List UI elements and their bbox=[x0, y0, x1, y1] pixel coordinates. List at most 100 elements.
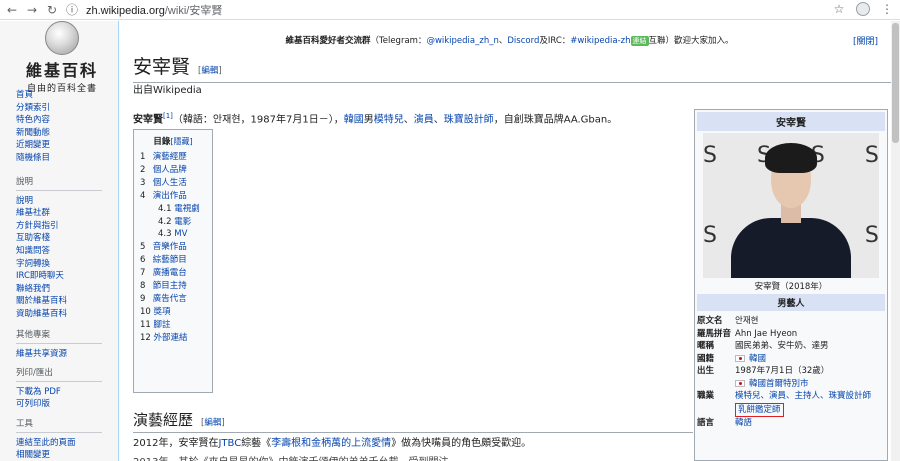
infobox-value-text: Ahn Jae Hyeon bbox=[735, 328, 798, 339]
info-icon[interactable]: ⓘ bbox=[64, 2, 80, 18]
toc-item-link[interactable]: 外部連結 bbox=[154, 333, 188, 343]
infobox-key: 羅馬拼音 bbox=[697, 328, 732, 339]
wikipedia-logo[interactable]: 維基百科 自由的百科全書 bbox=[10, 21, 114, 94]
scrollbar-thumb[interactable] bbox=[892, 23, 899, 143]
forward-icon[interactable]: → bbox=[24, 2, 40, 18]
toc-item[interactable]: 3 個人生活 bbox=[140, 177, 206, 190]
sidebar-tools-item-0[interactable]: 連結至此的頁面 bbox=[16, 437, 102, 450]
infobox-value-link[interactable]: 韓國首爾特別市 bbox=[749, 379, 809, 389]
sidebar-help-item-9[interactable]: 資助維基百科 bbox=[16, 308, 102, 321]
toc-item-link[interactable]: 演藝經歷 bbox=[153, 152, 187, 162]
model-link[interactable]: 模特兒 bbox=[374, 114, 404, 125]
jtbc-link[interactable]: JTBC bbox=[218, 438, 241, 449]
lead-name: 安宰賢 bbox=[133, 114, 163, 126]
toc-item-link[interactable]: 廣告代言 bbox=[153, 294, 187, 304]
toc-item-number: 10 bbox=[140, 306, 151, 317]
toc-item-number: 2 bbox=[140, 164, 146, 175]
sidebar-help-item-5[interactable]: 字詞轉換 bbox=[16, 258, 102, 271]
scrollbar[interactable] bbox=[891, 21, 900, 461]
sidebar-print-item-1[interactable]: 可列印版 bbox=[16, 398, 102, 411]
toc-item-link[interactable]: 個人品牌 bbox=[153, 165, 187, 175]
section-heading-text: 演藝經歷 bbox=[133, 411, 194, 429]
toc-item[interactable]: 1 演藝經歷 bbox=[140, 151, 206, 164]
reload-icon[interactable]: ↻ bbox=[44, 2, 60, 18]
sidebar-nav-item-0[interactable]: 首頁 bbox=[16, 89, 50, 102]
sidebar-help-item-2[interactable]: 方針與指引 bbox=[16, 220, 102, 233]
table-of-contents: 目錄[隱藏] 1 演藝經歷 2 個人品牌 3 個人生活 4 演出作品 4.1 電視劇 4.… bbox=[133, 129, 213, 393]
toc-item[interactable]: 10 獎項 bbox=[140, 306, 206, 319]
sidebar-nav-item-1[interactable]: 分類索引 bbox=[16, 102, 50, 115]
toc-item[interactable]: 4 演出作品 bbox=[140, 190, 206, 203]
actor-link[interactable]: 演員 bbox=[414, 114, 434, 125]
sidebar-nav-item-4[interactable]: 近期變更 bbox=[16, 139, 50, 152]
infobox-row: 職業 模特兒、演員、主持人、珠寶設計師 bbox=[697, 390, 885, 403]
toc-item[interactable]: 9 廣告代言 bbox=[140, 293, 206, 306]
sidebar-help-item-1[interactable]: 維基社群 bbox=[16, 207, 102, 220]
korea-link[interactable]: 韓國 bbox=[344, 114, 364, 125]
sidebar-nav-item-3[interactable]: 新聞動態 bbox=[16, 127, 50, 140]
toc-item-link[interactable]: 個人生活 bbox=[153, 178, 187, 188]
toc-item[interactable]: 4.1 電視劇 bbox=[140, 203, 206, 216]
toc-item-link[interactable]: MV bbox=[174, 229, 187, 239]
address-bar[interactable]: zh.wikipedia.org/wiki/安宰賢 bbox=[86, 2, 222, 18]
sidebar-tools-item-1[interactable]: 相關變更 bbox=[16, 449, 102, 461]
infobox-value: 韓國首爾特別市 bbox=[735, 378, 885, 391]
toc-item[interactable]: 6 綜藝節目 bbox=[140, 254, 206, 267]
toc-item[interactable]: 12 外部連結 bbox=[140, 332, 206, 345]
notice-irc-text: 及IRC： bbox=[539, 36, 571, 46]
sidebar-nav-item-5[interactable]: 隨機條目 bbox=[16, 152, 50, 165]
infobox-value-link[interactable]: 韓語 bbox=[735, 418, 752, 428]
toc-item[interactable]: 2 個人品牌 bbox=[140, 164, 206, 177]
toc-item-link[interactable]: 音樂作品 bbox=[153, 242, 187, 252]
toc-item[interactable]: 4.3 MV bbox=[140, 228, 206, 241]
infobox-key: 語言 bbox=[697, 418, 715, 428]
toc-item-link[interactable]: 腳註 bbox=[154, 320, 171, 330]
infobox-value-link[interactable]: 韓國 bbox=[749, 354, 766, 364]
sidebar-help-item-3[interactable]: 互助客棧 bbox=[16, 232, 102, 245]
section-edit-link[interactable]: 編輯 bbox=[201, 418, 225, 428]
toc-item-link[interactable]: 演出作品 bbox=[153, 191, 187, 201]
toc-item[interactable]: 4.2 電影 bbox=[140, 216, 206, 229]
telegram-link[interactable]: @wikipedia_zh_n bbox=[426, 36, 498, 46]
infobox-key: 暱稱 bbox=[697, 341, 715, 351]
profile-avatar[interactable] bbox=[856, 2, 870, 16]
sidebar-nav-item-2[interactable]: 特色內容 bbox=[16, 114, 50, 127]
back-icon[interactable]: ← bbox=[4, 2, 20, 18]
menu-icon[interactable]: ⋮ bbox=[880, 2, 894, 16]
sidebar-print-item-0[interactable]: 下載為 PDF bbox=[16, 386, 102, 399]
toc-item-link[interactable]: 獎項 bbox=[154, 307, 171, 317]
toc-item-link[interactable]: 電視劇 bbox=[174, 204, 200, 214]
toc-item-link[interactable]: 電影 bbox=[174, 217, 191, 227]
show-link[interactable]: 李壽根和金柄萬的上流愛情 bbox=[271, 438, 391, 449]
infobox-value: 1987年7月1日（32歲） bbox=[735, 365, 885, 378]
portrait-photo[interactable]: SSSS SSSS bbox=[703, 133, 879, 278]
discord-link[interactable]: Discord bbox=[507, 36, 539, 46]
toc-hide-link[interactable]: [隱藏] bbox=[170, 137, 192, 146]
sidebar-other-item-0[interactable]: 維基共享資源 bbox=[16, 348, 102, 361]
toc-item-link[interactable]: 節目主持 bbox=[153, 281, 187, 291]
infobox-value-link[interactable]: 乳餅鑑定師 bbox=[735, 402, 784, 417]
sidebar-help-item-0[interactable]: 說明 bbox=[16, 195, 102, 208]
toc-item[interactable]: 7 廣播電台 bbox=[140, 267, 206, 280]
toc-item[interactable]: 8 節目主持 bbox=[140, 280, 206, 293]
sidebar-help-item-4[interactable]: 知識問答 bbox=[16, 245, 102, 258]
korea-flag-icon bbox=[735, 379, 745, 387]
star-icon[interactable]: ☆ bbox=[832, 2, 846, 16]
sidebar-help-item-6[interactable]: IRC即時聊天 bbox=[16, 270, 102, 283]
infobox-value-link[interactable]: 模特兒、演員、主持人、珠寶設計師 bbox=[735, 391, 871, 401]
irc-link[interactable]: #wikipedia-zh bbox=[570, 36, 630, 46]
toc-item-link[interactable]: 廣播電台 bbox=[153, 268, 187, 278]
jewel-link[interactable]: 珠寶設計師 bbox=[444, 114, 494, 125]
toc-title: 目錄[隱藏] bbox=[140, 135, 206, 147]
toc-item-link[interactable]: 綜藝節目 bbox=[153, 255, 187, 265]
close-notice-link[interactable]: [關閉] bbox=[853, 34, 878, 47]
title-edit-link[interactable]: 編輯 bbox=[198, 66, 222, 76]
toc-item-number: 3 bbox=[140, 177, 146, 188]
sidebar-help-item-8[interactable]: 關於維基百科 bbox=[16, 295, 102, 308]
toc-item[interactable]: 5 音樂作品 bbox=[140, 241, 206, 254]
sidebar-help-item-7[interactable]: 聯絡我們 bbox=[16, 283, 102, 296]
ref-link[interactable]: [1] bbox=[163, 112, 173, 120]
help-portal: 說明 說明 維基社群 方針與指引 互助客棧 知識問答 字詞轉換 IRC即時聊天 聯絡我們 關於維… bbox=[16, 176, 102, 321]
toc-item[interactable]: 11 腳註 bbox=[140, 319, 206, 332]
toc-item-number: 8 bbox=[140, 281, 146, 292]
